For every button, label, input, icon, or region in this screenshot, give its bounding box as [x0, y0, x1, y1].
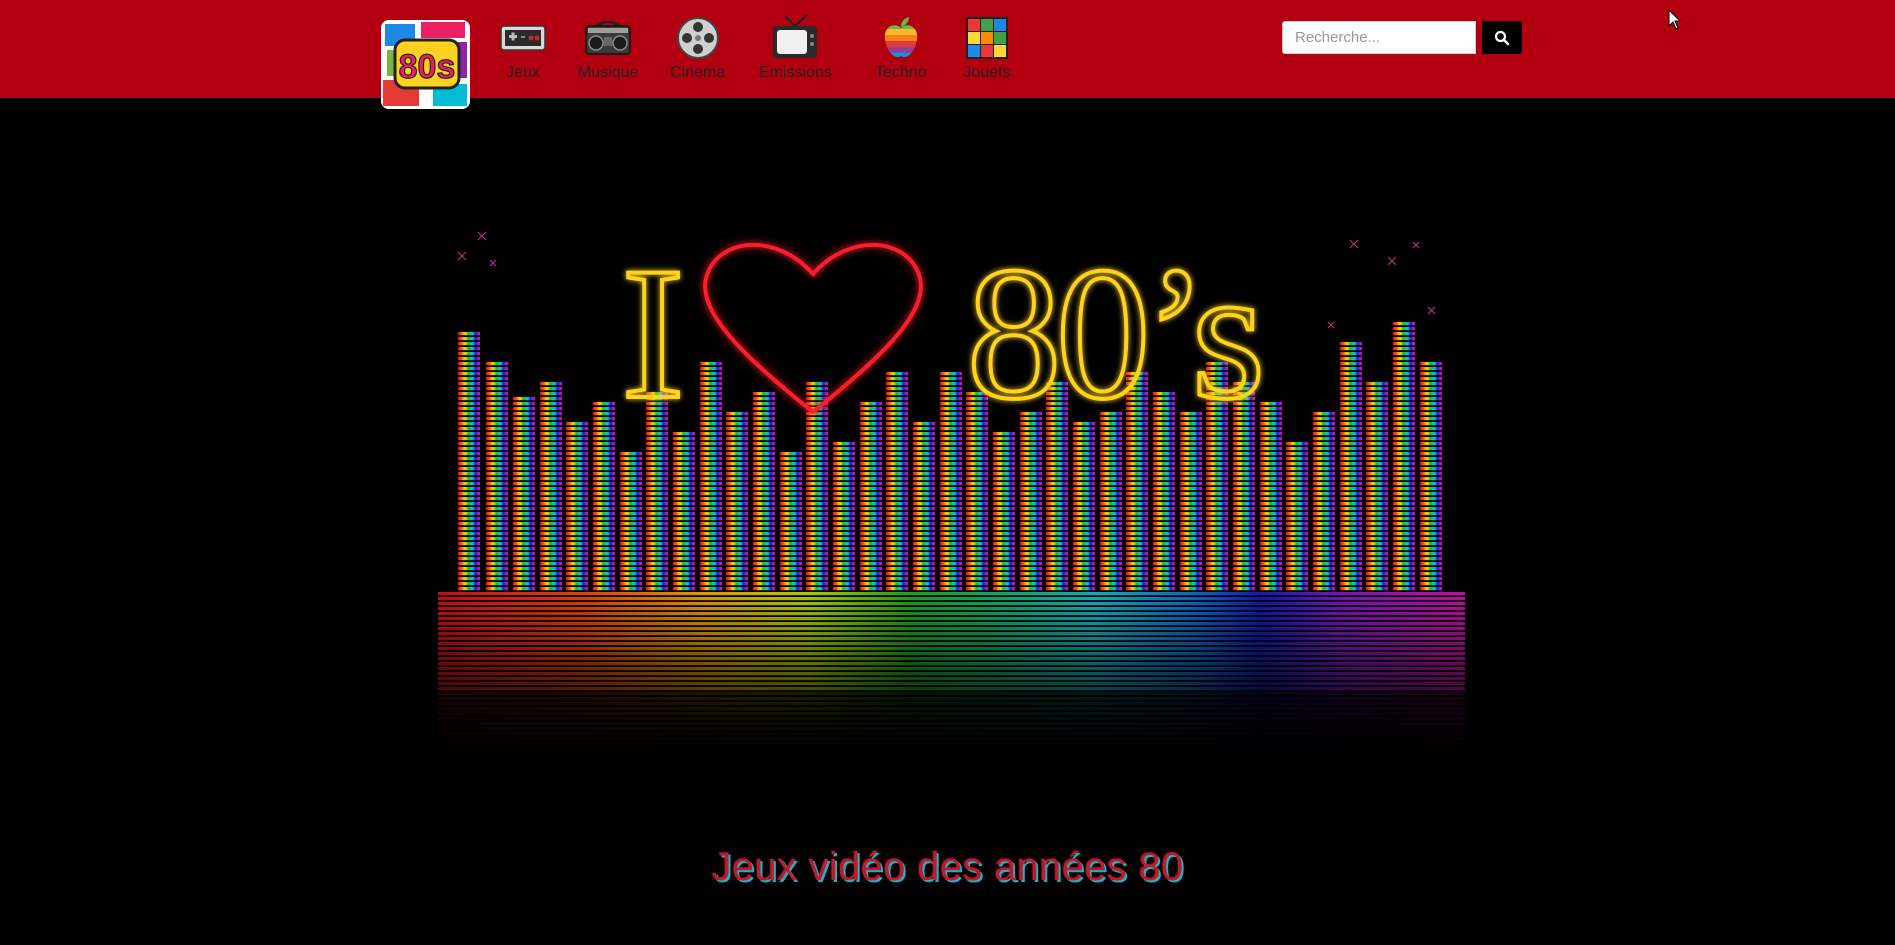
tv-icon [773, 14, 818, 58]
nav-label: Jeux [506, 64, 540, 81]
nav-item-techno[interactable]: Techno [875, 14, 927, 82]
mouse-cursor-icon [1668, 9, 1682, 30]
gamepad-icon [500, 25, 546, 51]
page-title: Jeux vidéo des années 80 [711, 845, 1184, 889]
nav-label: Cinema [670, 64, 726, 81]
nav-item-emissions[interactable]: Emissions [759, 14, 832, 82]
svg-text:80s: 80s [399, 48, 456, 86]
nav-label: Techno [875, 64, 927, 81]
nav-item-cinema[interactable]: Cinema [670, 14, 725, 82]
hero-letter-i: I [621, 229, 684, 439]
search-input[interactable] [1282, 21, 1476, 54]
site-header: 80s Jeux Musique Cinema Emissions Techno… [0, 0, 1895, 109]
search-button[interactable] [1482, 21, 1522, 54]
apple-logo-icon [884, 17, 918, 58]
nav-label: Emissions [759, 64, 832, 81]
nav-label: Musique [578, 64, 639, 81]
nav-label: Jouets [963, 64, 1011, 81]
nav-item-jouets[interactable]: Jouets [963, 14, 1011, 82]
boombox-icon [585, 20, 631, 55]
nav-item-musique[interactable]: Musique [578, 14, 638, 82]
hero-banner: I 80’s [438, 212, 1465, 941]
hero-text-80s: 80’s [967, 229, 1260, 439]
film-reel-icon [676, 17, 719, 59]
rubiks-cube-icon [966, 17, 1008, 59]
nav-item-jeux[interactable]: Jeux [499, 14, 547, 82]
site-logo[interactable]: 80s [381, 20, 470, 109]
equalizer-neon-art: I 80’s [438, 227, 1465, 941]
search-icon [1494, 30, 1510, 45]
